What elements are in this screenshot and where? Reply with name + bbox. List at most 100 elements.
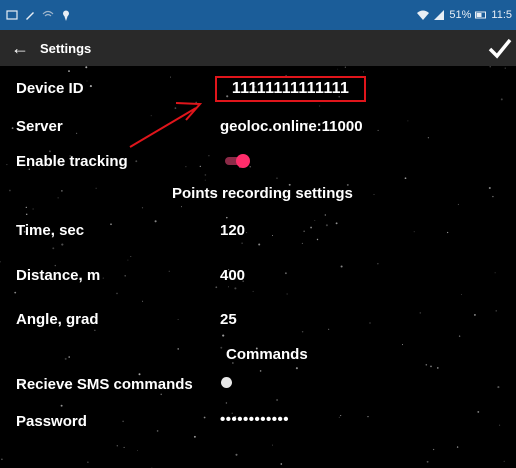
star: [252, 290, 254, 292]
star: [234, 287, 237, 290]
star: [110, 223, 112, 226]
password-label: Password: [16, 413, 87, 430]
star: [437, 367, 439, 369]
star: [64, 357, 67, 360]
star: [344, 66, 346, 68]
star: [446, 231, 449, 234]
distance-value[interactable]: 400: [220, 267, 245, 284]
screenshot-icon: [6, 10, 18, 20]
star: [168, 270, 170, 272]
star: [0, 261, 1, 263]
server-label: Server: [16, 118, 63, 135]
battery-percent: 51%: [449, 9, 472, 21]
device-id-field[interactable]: 11111111111111: [215, 76, 366, 102]
star: [32, 208, 34, 210]
star: [404, 177, 407, 180]
check-icon[interactable]: [488, 35, 512, 61]
distance-label: Distance, m: [16, 267, 101, 284]
star: [325, 224, 328, 227]
star: [177, 348, 179, 350]
star: [284, 272, 287, 275]
sms-commands-label: Recieve SMS commands: [16, 376, 193, 393]
star: [426, 460, 429, 463]
star: [458, 335, 461, 337]
star: [328, 328, 330, 330]
star: [137, 450, 139, 451]
star: [258, 243, 261, 246]
star: [95, 187, 97, 189]
star: [141, 207, 144, 209]
device-id-label: Device ID: [16, 80, 84, 97]
time-value[interactable]: 120: [220, 222, 245, 239]
star: [170, 76, 172, 78]
star: [76, 132, 78, 134]
star: [142, 300, 144, 302]
star: [11, 127, 14, 129]
star: [377, 129, 379, 131]
location-pin-icon: [63, 10, 69, 21]
star: [25, 206, 27, 209]
star: [460, 294, 462, 295]
sms-commands-checkbox[interactable]: [221, 377, 232, 388]
enable-tracking-toggle[interactable]: [225, 154, 250, 168]
password-field[interactable]: ••••••••••••: [220, 411, 289, 428]
wifi-off-icon: [42, 10, 54, 17]
star: [272, 444, 273, 446]
star: [488, 186, 491, 190]
star: [324, 214, 326, 216]
star: [407, 120, 409, 122]
star: [130, 256, 132, 258]
toggle-thumb: [236, 154, 250, 168]
star: [181, 206, 182, 208]
star: [401, 344, 404, 346]
wifi-icon: [417, 10, 430, 20]
device-id-value: 11111111111111: [231, 80, 350, 97]
star: [286, 293, 288, 295]
star: [86, 80, 88, 82]
star: [215, 286, 218, 289]
star: [154, 220, 157, 223]
star: [492, 195, 494, 198]
star: [116, 445, 118, 447]
star: [68, 356, 71, 358]
star: [259, 370, 262, 372]
star: [276, 177, 278, 179]
star: [319, 105, 321, 107]
star: [220, 346, 223, 349]
status-bar: 51% 11:5: [0, 0, 516, 30]
arrow-left-icon: ←: [11, 38, 29, 58]
battery-icon: [475, 11, 487, 19]
star: [340, 265, 343, 268]
angle-label: Angle, grad: [16, 311, 99, 328]
star: [61, 243, 64, 246]
star: [249, 166, 251, 168]
star: [340, 415, 342, 417]
star: [222, 334, 225, 337]
server-value[interactable]: geoloc.online:11000: [220, 118, 363, 135]
star: [413, 231, 415, 233]
star: [301, 330, 304, 333]
star: [373, 194, 375, 196]
star: [301, 242, 303, 244]
star: [363, 71, 364, 73]
time-label: Time, sec: [16, 222, 85, 239]
star: [369, 322, 371, 324]
star: [195, 101, 197, 104]
star: [150, 115, 152, 117]
star: [425, 364, 428, 366]
star: [295, 367, 298, 370]
star: [156, 430, 159, 432]
star: [337, 68, 339, 70]
star: [60, 404, 63, 407]
star: [204, 179, 206, 181]
star: [280, 463, 283, 465]
star: [61, 190, 63, 192]
star: [85, 66, 88, 69]
back-button[interactable]: ←: [0, 30, 40, 66]
star: [87, 461, 89, 463]
star: [338, 416, 340, 418]
star: [310, 226, 313, 229]
star: [235, 453, 238, 456]
star: [122, 420, 124, 423]
angle-value[interactable]: 25: [220, 311, 237, 328]
